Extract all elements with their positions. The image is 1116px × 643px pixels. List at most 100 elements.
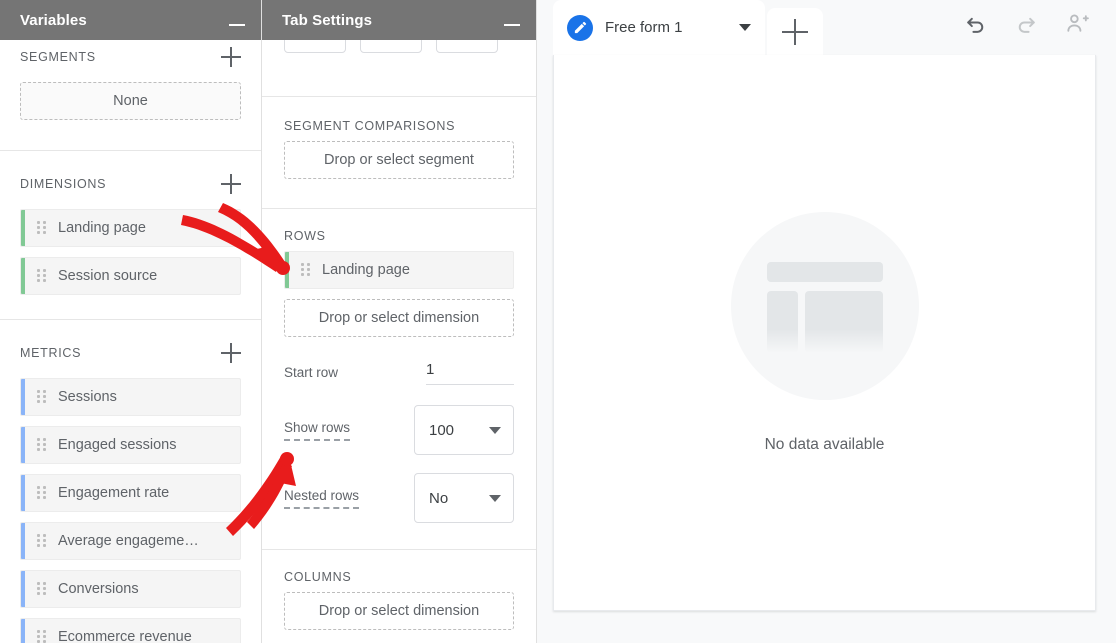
empty-state-illustration	[731, 212, 919, 400]
share-add-person-icon[interactable]	[1065, 11, 1090, 41]
metric-chip-engaged-sessions[interactable]: Engaged sessions	[20, 426, 241, 464]
accent-bar	[21, 210, 25, 246]
drag-handle-icon[interactable]	[37, 269, 47, 283]
drag-handle-icon[interactable]	[37, 534, 47, 548]
row-chip-label: Landing page	[322, 262, 410, 278]
metrics-header: METRICS	[20, 338, 241, 368]
metric-chip-average-engagement[interactable]: Average engageme…	[20, 522, 241, 560]
technique-button[interactable]	[284, 40, 346, 53]
pencil-icon	[567, 15, 593, 41]
start-row-input[interactable]	[426, 359, 514, 385]
rows-label: ROWS	[284, 229, 514, 243]
segments-label: SEGMENTS	[20, 50, 96, 64]
drop-or-select-segment[interactable]: Drop or select segment	[284, 141, 514, 179]
metric-chip-label: Engagement rate	[58, 485, 169, 501]
nested-rows-select[interactable]: No	[414, 473, 514, 523]
empty-state-text: No data available	[765, 436, 885, 454]
divider	[262, 208, 536, 209]
dimensions-section: DIMENSIONS Landing page Session source	[0, 169, 261, 295]
metric-chip-label: Engaged sessions	[58, 437, 177, 453]
chevron-down-icon	[489, 427, 501, 434]
tab-free-form-1[interactable]: Free form 1	[553, 0, 765, 55]
technique-button[interactable]	[436, 40, 498, 53]
tab-settings-scroll-area[interactable]: SEGMENT COMPARISONS Drop or select segme…	[262, 40, 536, 643]
metrics-section: METRICS Sessions Engaged sessions	[0, 338, 261, 643]
technique-button[interactable]	[360, 40, 422, 53]
accent-bar	[21, 523, 25, 559]
columns-drop-or-select-dimension[interactable]: Drop or select dimension	[284, 592, 514, 630]
add-tab-button[interactable]	[767, 8, 823, 55]
rows-drop-or-select-dimension[interactable]: Drop or select dimension	[284, 299, 514, 337]
metric-chip-conversions[interactable]: Conversions	[20, 570, 241, 608]
dimension-chip-landing-page[interactable]: Landing page	[20, 209, 241, 247]
report-tab-bar: Free form 1	[537, 0, 1116, 55]
nested-rows-value: No	[429, 490, 448, 507]
accent-bar	[21, 258, 25, 294]
segment-comparisons-section: SEGMENT COMPARISONS Drop or select segme…	[262, 119, 536, 179]
drag-handle-icon[interactable]	[37, 582, 47, 596]
segments-section: SEGMENTS None	[0, 42, 261, 120]
nested-rows-label: Nested rows	[284, 488, 359, 509]
plus-icon	[782, 19, 808, 45]
divider	[0, 319, 261, 320]
variables-panel: Variables SEGMENTS None DIMENSIONS	[0, 0, 262, 643]
dimensions-label: DIMENSIONS	[20, 177, 106, 191]
segment-none-chip[interactable]: None	[20, 82, 241, 120]
variables-scroll-area[interactable]: SEGMENTS None DIMENSIONS Landing page	[0, 40, 261, 643]
accent-bar	[21, 475, 25, 511]
show-rows-label: Show rows	[284, 420, 350, 441]
show-rows-select[interactable]: 100	[414, 405, 514, 455]
dimensions-header: DIMENSIONS	[20, 169, 241, 199]
variables-panel-header: Variables	[0, 0, 261, 40]
metric-chip-ecommerce-revenue[interactable]: Ecommerce revenue	[20, 618, 241, 643]
segment-comparisons-label: SEGMENT COMPARISONS	[284, 119, 514, 133]
redo-icon[interactable]	[1014, 11, 1039, 41]
metric-chip-engagement-rate[interactable]: Engagement rate	[20, 474, 241, 512]
metric-chip-label: Ecommerce revenue	[58, 629, 192, 643]
tab-settings-panel-header: Tab Settings	[262, 0, 536, 40]
technique-buttons-row	[262, 40, 536, 54]
report-canvas-card: No data available	[553, 55, 1096, 611]
variables-panel-title: Variables	[20, 12, 87, 29]
add-segment-icon[interactable]	[221, 47, 241, 67]
row-chip-landing-page[interactable]: Landing page	[284, 251, 514, 289]
drag-handle-icon[interactable]	[37, 630, 47, 643]
accent-bar	[21, 379, 25, 415]
minimize-icon[interactable]	[229, 24, 245, 26]
show-rows-value: 100	[429, 422, 454, 439]
nested-rows-field: Nested rows No	[284, 473, 514, 523]
metric-chip-label: Average engageme…	[58, 533, 199, 549]
accent-bar	[21, 427, 25, 463]
add-metric-icon[interactable]	[221, 343, 241, 363]
tab-label: Free form 1	[605, 19, 721, 36]
columns-section: COLUMNS Drop or select dimension	[262, 570, 536, 630]
table-placeholder-icon	[765, 256, 885, 356]
minimize-icon[interactable]	[504, 24, 520, 26]
metric-chip-label: Conversions	[58, 581, 139, 597]
metric-chip-label: Sessions	[58, 389, 117, 405]
drag-handle-icon[interactable]	[301, 263, 311, 277]
dimension-chip-label: Session source	[58, 268, 157, 284]
chevron-down-icon[interactable]	[739, 24, 751, 31]
columns-label: COLUMNS	[284, 570, 514, 584]
canvas-actions	[963, 11, 1116, 55]
accent-bar	[21, 619, 25, 643]
main-canvas-area: Free form 1	[537, 0, 1116, 643]
accent-bar	[285, 252, 289, 288]
tab-settings-panel-title: Tab Settings	[282, 12, 372, 29]
show-rows-field: Show rows 100	[284, 405, 514, 455]
metric-chip-sessions[interactable]: Sessions	[20, 378, 241, 416]
drag-handle-icon[interactable]	[37, 486, 47, 500]
undo-icon[interactable]	[963, 11, 988, 41]
drag-handle-icon[interactable]	[37, 390, 47, 404]
accent-bar	[21, 571, 25, 607]
drag-handle-icon[interactable]	[37, 221, 47, 235]
drag-handle-icon[interactable]	[37, 438, 47, 452]
chevron-down-icon	[489, 495, 501, 502]
dimension-chip-session-source[interactable]: Session source	[20, 257, 241, 295]
start-row-label: Start row	[284, 365, 338, 380]
add-dimension-icon[interactable]	[221, 174, 241, 194]
app-root: Variables SEGMENTS None DIMENSIONS	[0, 0, 1116, 643]
divider	[262, 96, 536, 97]
dimension-chip-label: Landing page	[58, 220, 146, 236]
